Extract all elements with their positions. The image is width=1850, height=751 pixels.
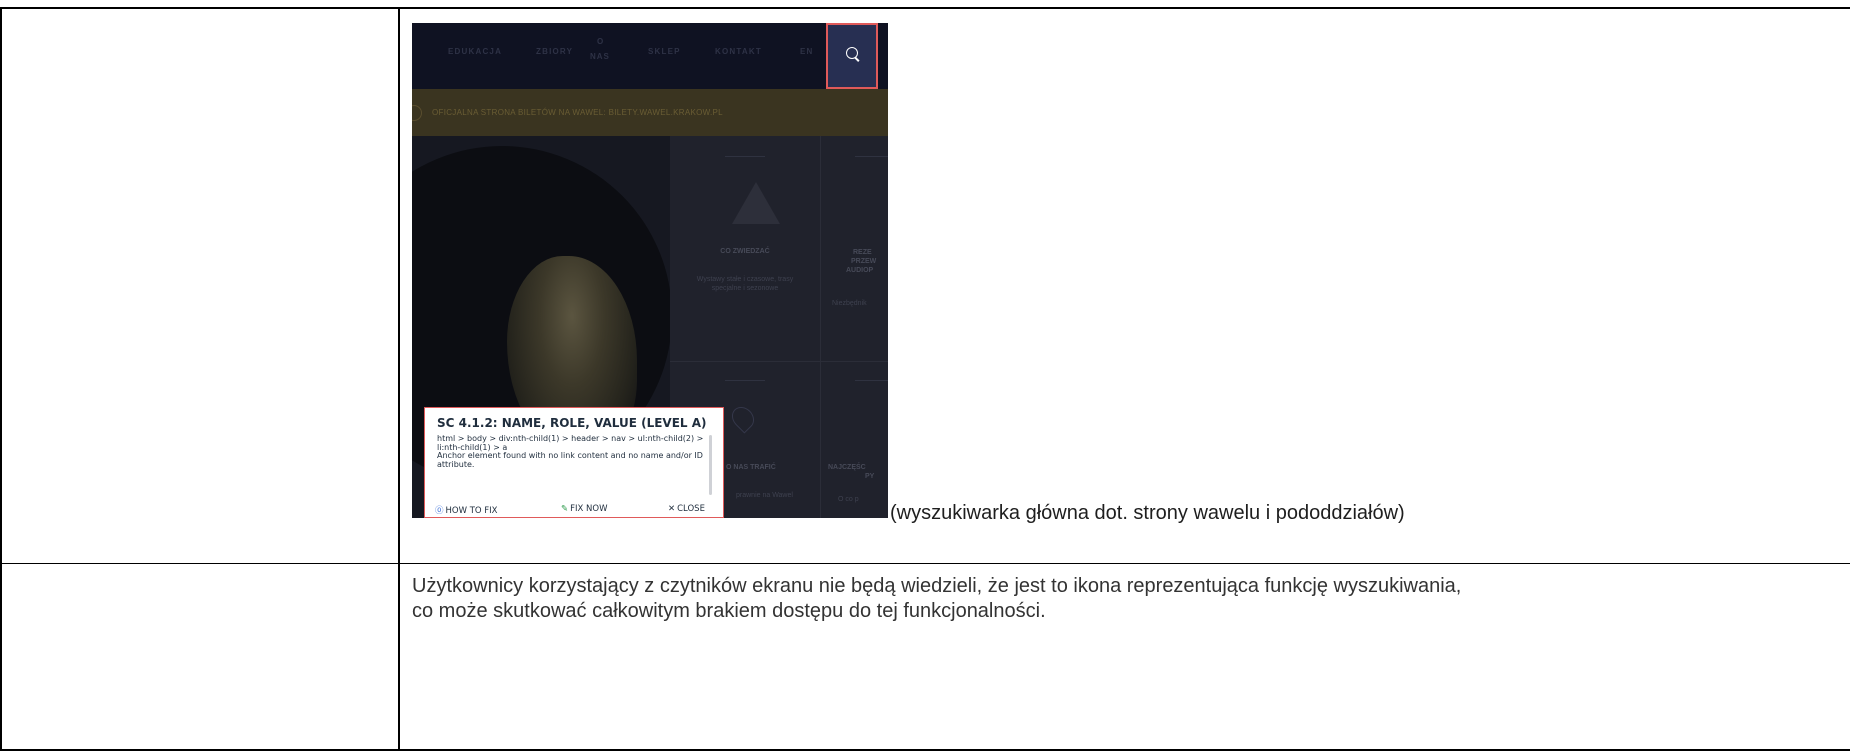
card-rule bbox=[725, 380, 765, 381]
nav-item-edukacja: EDUKACJA bbox=[448, 47, 503, 56]
card-title: REZE bbox=[853, 249, 872, 256]
castle-icon bbox=[732, 182, 780, 224]
popup-scrollbar bbox=[709, 435, 712, 495]
banner-icon bbox=[412, 105, 422, 121]
popup-message: Anchor element found with no link conten… bbox=[437, 451, 703, 469]
card-rule bbox=[855, 380, 888, 381]
table-row-divider bbox=[0, 563, 1850, 564]
location-pin-icon bbox=[727, 402, 759, 434]
search-button bbox=[826, 23, 878, 89]
nav-item-en: EN bbox=[800, 47, 814, 56]
card-rule bbox=[725, 156, 765, 157]
wrench-icon: ✎ bbox=[561, 504, 569, 514]
card-divider-horizontal bbox=[670, 361, 888, 362]
card-desc: specjalne i sezonowe bbox=[711, 285, 779, 292]
screenshot-caption: (wyszukiwarka główna dot. strony wawelu … bbox=[890, 502, 1405, 524]
card-desc: O co p bbox=[838, 496, 859, 503]
card-title: PRZEW bbox=[851, 258, 877, 265]
popup-body: html > body > div:nth-child(1) > header … bbox=[437, 434, 707, 469]
nav-item-zbiory: ZBIORY bbox=[536, 47, 574, 56]
accessibility-issue-popup: SC 4.1.2: NAME, ROLE, VALUE (LEVEL A) ht… bbox=[424, 407, 724, 518]
card-title: AUDIOP bbox=[846, 267, 874, 274]
tickets-banner: OFICJALNA STRONA BILETÓW NA WAWEL: BILET… bbox=[412, 89, 888, 136]
table-border-top bbox=[0, 7, 1850, 9]
table-border-left bbox=[0, 7, 2, 751]
card-desc: prawnie na Wawel bbox=[736, 492, 793, 499]
close-button: ✕ CLOSE bbox=[668, 504, 705, 514]
close-icon: ✕ bbox=[668, 504, 676, 514]
help-circle-icon: ⓪ bbox=[435, 506, 444, 516]
popup-title: SC 4.1.2: NAME, ROLE, VALUE (LEVEL A) bbox=[437, 416, 707, 430]
fix-now-button: ✎ FIX NOW bbox=[561, 504, 608, 514]
website-screenshot: EDUKACJA ZBIORY O NAS SKLEP KONTAKT EN O… bbox=[412, 23, 888, 518]
close-label: CLOSE bbox=[677, 504, 705, 514]
card-title: O NAS TRAFIĆ bbox=[726, 464, 776, 471]
card-desc: Niezbędnik bbox=[832, 300, 867, 307]
card-title: PY bbox=[865, 473, 875, 480]
table-column-divider bbox=[398, 7, 400, 751]
nav-item-sklep: SKLEP bbox=[648, 47, 681, 56]
search-icon bbox=[846, 47, 858, 59]
nav-item-o: O bbox=[597, 37, 604, 46]
card-divider-vertical bbox=[820, 136, 821, 518]
evaluation-table: EDUKACJA ZBIORY O NAS SKLEP KONTAKT EN O… bbox=[0, 0, 1850, 751]
card-desc: Wystawy stałe i czasowe, trasy bbox=[696, 276, 794, 283]
description-line: Użytkownicy korzystający z czytników ekr… bbox=[412, 575, 1462, 597]
card-title: CO ZWIEDZAĆ bbox=[720, 248, 770, 255]
card-rule bbox=[855, 156, 888, 157]
fix-now-label: FIX NOW bbox=[570, 504, 608, 514]
banner-text: OFICJALNA STRONA BILETÓW NA WAWEL: BILET… bbox=[432, 108, 723, 117]
how-to-fix-label: HOW TO FIX bbox=[445, 506, 498, 516]
nav-item-kontakt: KONTAKT bbox=[715, 47, 762, 56]
description-line: co może skutkować całkowitym brakiem dos… bbox=[412, 600, 1046, 622]
nav-item-nas: NAS bbox=[590, 52, 610, 61]
issue-description: Użytkownicy korzystający z czytników ekr… bbox=[412, 574, 1850, 624]
how-to-fix-button: ⓪ HOW TO FIX bbox=[435, 504, 498, 516]
card-title: NAJCZĘŚC bbox=[828, 464, 866, 471]
popup-selector: html > body > div:nth-child(1) > header … bbox=[437, 434, 704, 452]
site-navbar: EDUKACJA ZBIORY O NAS SKLEP KONTAKT EN bbox=[412, 23, 888, 89]
